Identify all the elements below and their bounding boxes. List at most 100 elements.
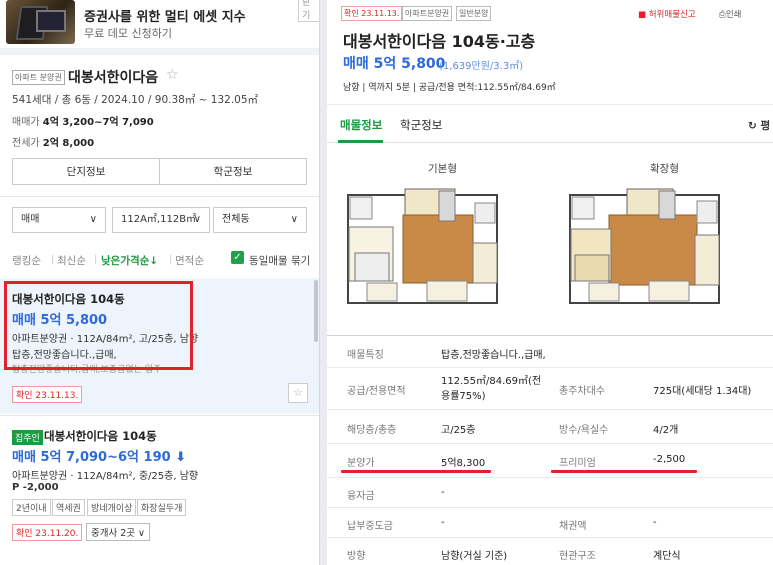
- report-label: 허위매물신고: [648, 10, 696, 20]
- row-label: 프리미엄: [559, 458, 596, 469]
- table-row: 분양가 5억8,300 프리미엄 -2,500: [327, 444, 773, 478]
- sort-ranking[interactable]: 랭킹순: [12, 253, 41, 268]
- sort-divider: |: [51, 254, 55, 265]
- detail-meta: 남향 | 역까지 5분 | 공급/전용 면적:112.55㎡/84.69㎡: [343, 83, 556, 93]
- floor-plan-extended-image[interactable]: [569, 185, 720, 313]
- row-label: 납부중도금: [347, 521, 393, 532]
- ad-banner[interactable]: 증권사를 위한 멀티 에셋 지수 무료 데모 신청하기 닫기: [0, 0, 319, 45]
- refresh-button[interactable]: ↻ 평: [748, 118, 770, 133]
- table-row: 방향 남향(거실 기준) 현관구조 계단식: [327, 538, 773, 565]
- table-row: 융자금 -: [327, 478, 773, 508]
- row-label: 총주차대수: [559, 386, 605, 397]
- lease-price-value: 2억 8,000: [42, 138, 95, 149]
- detail-price: 매매 5억 5,800: [343, 56, 446, 72]
- type-badge: 아파트분양권: [402, 6, 453, 21]
- sort-divider: |: [169, 254, 173, 265]
- premium-value: P -2,000: [12, 482, 59, 493]
- ad-image: [6, 0, 75, 44]
- row-value: 남향(거실 기준): [441, 551, 508, 562]
- chevron-down-icon: ∨: [290, 214, 298, 225]
- print-icon: ⎙: [719, 10, 726, 20]
- floor-plan-basic-image[interactable]: [347, 185, 498, 313]
- group-same-checkbox[interactable]: ✓: [231, 251, 244, 264]
- favorite-star-icon[interactable]: ☆: [166, 67, 179, 83]
- divider: [327, 104, 773, 105]
- table-row: 납부중도금 - 채권액 -: [327, 508, 773, 538]
- school-info-button[interactable]: 학군정보: [159, 158, 307, 185]
- trade-type-value: 매매: [21, 214, 40, 225]
- active-tab-indicator: [338, 140, 383, 143]
- row-label: 공급/전용면적: [347, 386, 406, 397]
- area-select[interactable]: 112A㎡,112B㎡ ∨: [112, 207, 210, 233]
- row-value: 4/2개: [653, 425, 679, 436]
- row-value: 725대(세대당 1.34대): [653, 386, 752, 397]
- detail-title: 대봉서한이다음 104동·고층: [343, 32, 536, 51]
- row-value: 탑층,전망좋습니다.,급매,: [441, 350, 546, 361]
- feature-chip: 방네개이상: [87, 499, 137, 516]
- tab-school-info[interactable]: 학군정보: [400, 117, 442, 133]
- dong-value: 전체동: [222, 214, 250, 225]
- plan-basic-label: 기본형: [428, 163, 457, 175]
- row-value: -: [441, 517, 445, 528]
- complex-name: 대봉서한이다음: [68, 70, 159, 86]
- dong-select[interactable]: 전체동 ∨: [213, 207, 307, 233]
- report-button[interactable]: ■ 허위매물신고: [638, 8, 696, 20]
- complex-summary: 541세대 / 총 6동 / 2024.10 / 90.38㎡ ~ 132.05…: [12, 94, 259, 106]
- table-row: 해당층/총층 고/25층 방수/욕실수 4/2개: [327, 410, 773, 444]
- scrollbar[interactable]: [314, 280, 318, 342]
- row-label: 융자금: [347, 491, 375, 502]
- table-row: 공급/전용면적 112.55㎡/84.69㎡(전용률75%) 총주차대수 725…: [327, 368, 773, 410]
- arrow-down-icon: ⬇: [175, 450, 187, 465]
- ad-subtitle[interactable]: 무료 데모 신청하기: [84, 25, 172, 41]
- complex-info-button[interactable]: 단지정보: [12, 158, 160, 185]
- feature-chip: 화장실두개: [137, 499, 187, 516]
- row-label: 분양가: [347, 458, 375, 469]
- listing-spec: 아파트분양권 · 112A/84m², 중/25층, 남향: [12, 471, 199, 482]
- sort-low-price[interactable]: 낮은가격순↓: [101, 253, 158, 268]
- listing-price: 매매 5억 7,090~6억 190 ⬇: [12, 446, 186, 465]
- sale-price-value: 4억 3,200~7억 7,090: [42, 117, 154, 128]
- lease-price-range: 전세가 2억 8,000: [12, 134, 94, 149]
- row-label: 현관구조: [559, 551, 596, 562]
- complex-type-badge: 아파트 분양권: [12, 70, 65, 85]
- chevron-down-icon: ∨: [193, 214, 201, 225]
- ad-close-button[interactable]: 닫기: [298, 0, 319, 22]
- favorite-star-icon[interactable]: ☆: [288, 383, 308, 403]
- listing-price-text: 매매 5억 7,090~6억 190: [12, 450, 171, 465]
- sort-divider: |: [94, 254, 98, 265]
- row-label: 해당층/총층: [347, 425, 397, 436]
- confirm-date-badge: 확인 23.11.13.: [341, 6, 403, 21]
- row-label: 매물특징: [347, 350, 384, 361]
- divider: [0, 196, 319, 197]
- confirm-date-badge: 확인 23.11.13.: [12, 386, 83, 403]
- sort-area[interactable]: 면적순: [175, 253, 204, 268]
- sort-latest[interactable]: 최신순: [57, 253, 86, 268]
- print-label: 인쇄: [725, 10, 742, 20]
- detail-price-per-area: (1,639만원/3.3㎡): [439, 61, 524, 72]
- feature-chip: 2년이내: [12, 499, 51, 516]
- listing-panel: 증권사를 위한 멀티 에셋 지수 무료 데모 신청하기 닫기 아파트 분양권 대…: [0, 0, 320, 565]
- agent-count-button[interactable]: 중개사 2곳 ∨: [86, 523, 150, 541]
- divider: [0, 48, 319, 55]
- group-same-label[interactable]: 동일매물 묶기: [249, 253, 310, 268]
- feature-chip: 역세권: [52, 499, 85, 516]
- listing-title[interactable]: 대봉서한이다음 104동: [44, 428, 157, 444]
- chevron-down-icon: ∨: [89, 214, 97, 225]
- print-button[interactable]: ⎙인쇄: [719, 8, 741, 20]
- row-value: 112.55㎡/84.69㎡(전용률75%): [441, 376, 542, 402]
- row-label: 방향: [347, 551, 366, 562]
- sale-type-badge: 일반분양: [456, 6, 492, 21]
- trade-type-select[interactable]: 매매 ∨: [12, 207, 106, 233]
- highlight-underline: [341, 470, 491, 473]
- row-label: 방수/욕실수: [559, 425, 609, 436]
- tab-divider: [327, 142, 773, 143]
- table-row: 매물특징 탑층,전망좋습니다.,급매,: [327, 336, 773, 368]
- owner-badge: 집주인: [12, 430, 43, 445]
- plan-extended-label: 확장형: [650, 163, 679, 175]
- lease-price-label: 전세가: [12, 138, 40, 149]
- sale-price-range: 매매가 4억 3,200~7억 7,090: [12, 113, 154, 128]
- tab-listing-info[interactable]: 매물정보: [340, 117, 382, 133]
- row-value: 계단식: [653, 551, 681, 562]
- sale-price-label: 매매가: [12, 117, 40, 128]
- siren-icon: ■: [638, 10, 649, 20]
